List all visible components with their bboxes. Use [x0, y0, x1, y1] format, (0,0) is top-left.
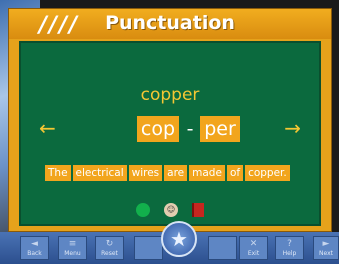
- title-bar: //// Punctuation: [9, 9, 331, 39]
- sentence-word[interactable]: The: [45, 165, 71, 181]
- back-button[interactable]: ◄ Back: [20, 236, 49, 260]
- page-title: Punctuation: [105, 12, 235, 34]
- exit-button[interactable]: ✕ Exit: [239, 236, 268, 260]
- star-icon[interactable]: ★: [161, 221, 197, 257]
- sentence-word[interactable]: are: [164, 165, 188, 181]
- syllable-1[interactable]: cop: [137, 116, 179, 142]
- sentence-word[interactable]: of: [226, 165, 244, 181]
- left-arrow-icon[interactable]: ←: [39, 116, 56, 140]
- sentence-word[interactable]: wires: [128, 165, 163, 181]
- blank-button[interactable]: [208, 236, 237, 260]
- reset-button[interactable]: ↻ Reset: [95, 236, 124, 260]
- menu-button[interactable]: ≡ Menu: [58, 236, 87, 260]
- back-icon: ◄: [31, 239, 38, 249]
- sentence-word[interactable]: copper.: [245, 165, 290, 181]
- green-dot-icon[interactable]: [136, 203, 150, 217]
- right-arrow-icon[interactable]: →: [284, 116, 301, 140]
- next-icon: ►: [322, 239, 330, 249]
- next-button[interactable]: ► Next: [313, 236, 339, 260]
- teacher-face-icon[interactable]: ☺: [164, 203, 178, 217]
- reset-icon: ↻: [105, 239, 114, 249]
- chalkboard: copper ← → cop - per The electrical wire…: [19, 41, 321, 226]
- menu-icon: ≡: [68, 239, 77, 249]
- red-book-icon[interactable]: [192, 203, 204, 217]
- status-icons: ☺: [21, 203, 319, 217]
- sentence-word[interactable]: made: [189, 165, 225, 181]
- blank-button[interactable]: [134, 236, 163, 260]
- help-icon: ?: [287, 239, 292, 249]
- exit-icon: ✕: [249, 239, 258, 249]
- sentence-word[interactable]: electrical: [72, 165, 127, 181]
- target-word: copper: [140, 85, 200, 105]
- help-button[interactable]: ? Help: [275, 236, 304, 260]
- syllable-2[interactable]: per: [200, 116, 240, 142]
- board-frame: //// Punctuation copper ← → cop - per Th…: [8, 8, 332, 232]
- example-sentence: The electrical wires are made of copper.: [45, 165, 290, 181]
- syllable-separator: -: [186, 118, 194, 140]
